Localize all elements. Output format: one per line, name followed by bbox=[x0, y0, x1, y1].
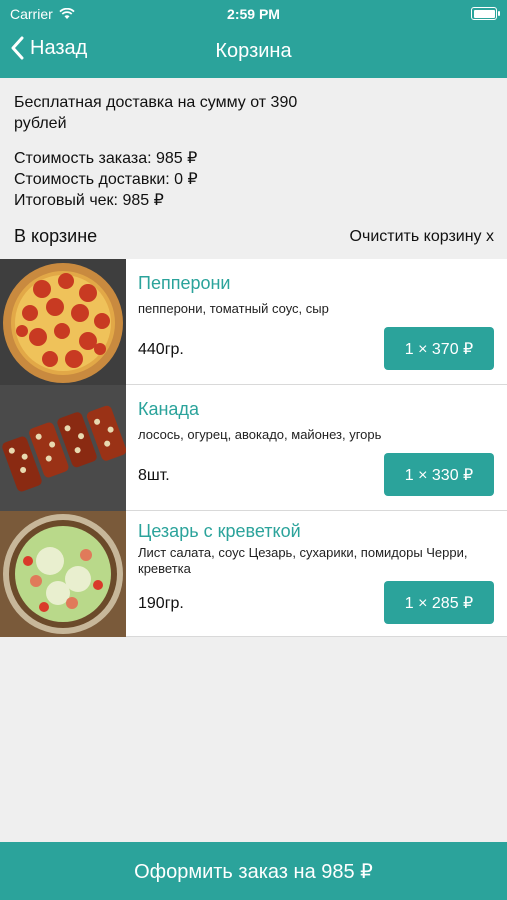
cart-header: В корзине Очистить корзину x bbox=[14, 226, 494, 247]
cart-item[interactable]: Цезарь с креветкой Лист салата, соус Цез… bbox=[0, 511, 507, 637]
cart-item[interactable]: Канада лосось, огурец, авокадо, майонез,… bbox=[0, 385, 507, 511]
salad-image bbox=[0, 511, 126, 637]
item-weight: 440гр. bbox=[138, 341, 184, 358]
battery-icon bbox=[471, 7, 500, 20]
order-summary: Бесплатная доставка на сумму от 390 рубл… bbox=[14, 92, 474, 211]
item-price-button[interactable]: 1 × 330 ₽ bbox=[384, 453, 494, 496]
pizza-image bbox=[0, 259, 126, 385]
item-price-button[interactable]: 1 × 370 ₽ bbox=[384, 327, 494, 370]
item-name: Цезарь с креветкой bbox=[138, 521, 301, 541]
rolls-image bbox=[0, 385, 126, 511]
cart-list: Пепперони пепперони, томатный соус, сыр … bbox=[0, 259, 507, 637]
item-price-button[interactable]: 1 × 285 ₽ bbox=[384, 581, 494, 624]
clear-cart-button[interactable]: Очистить корзину x bbox=[350, 228, 494, 246]
status-time: 2:59 PM bbox=[227, 6, 280, 22]
checkout-button[interactable]: Оформить заказ на 985 ₽ bbox=[0, 842, 507, 900]
free-delivery-note: Бесплатная доставка на сумму от 390 рубл… bbox=[14, 94, 298, 132]
item-weight: 8шт. bbox=[138, 467, 170, 484]
total-cost: Итоговый чек: 985 ₽ bbox=[14, 192, 164, 209]
status-bar: Carrier 2:59 PM bbox=[0, 0, 507, 28]
navigation-bar: Carrier 2:59 PM Назад Корзина bbox=[0, 0, 507, 78]
item-name: Пепперони bbox=[138, 273, 231, 293]
page-title: Корзина bbox=[215, 40, 292, 62]
order-cost: Стоимость заказа: 985 ₽ bbox=[14, 150, 198, 167]
item-weight: 190гр. bbox=[138, 595, 184, 612]
delivery-cost: Стоимость доставки: 0 ₽ bbox=[14, 171, 198, 188]
cart-heading: В корзине bbox=[14, 226, 98, 246]
cart-item[interactable]: Пепперони пепперони, томатный соус, сыр … bbox=[0, 259, 507, 385]
item-description: лосось, огурец, авокадо, майонез, угорь bbox=[138, 427, 382, 442]
item-description: пепперони, томатный соус, сыр bbox=[138, 301, 329, 316]
item-name: Канада bbox=[138, 399, 199, 419]
item-description: Лист салата, соус Цезарь, сухарики, поми… bbox=[138, 545, 468, 576]
